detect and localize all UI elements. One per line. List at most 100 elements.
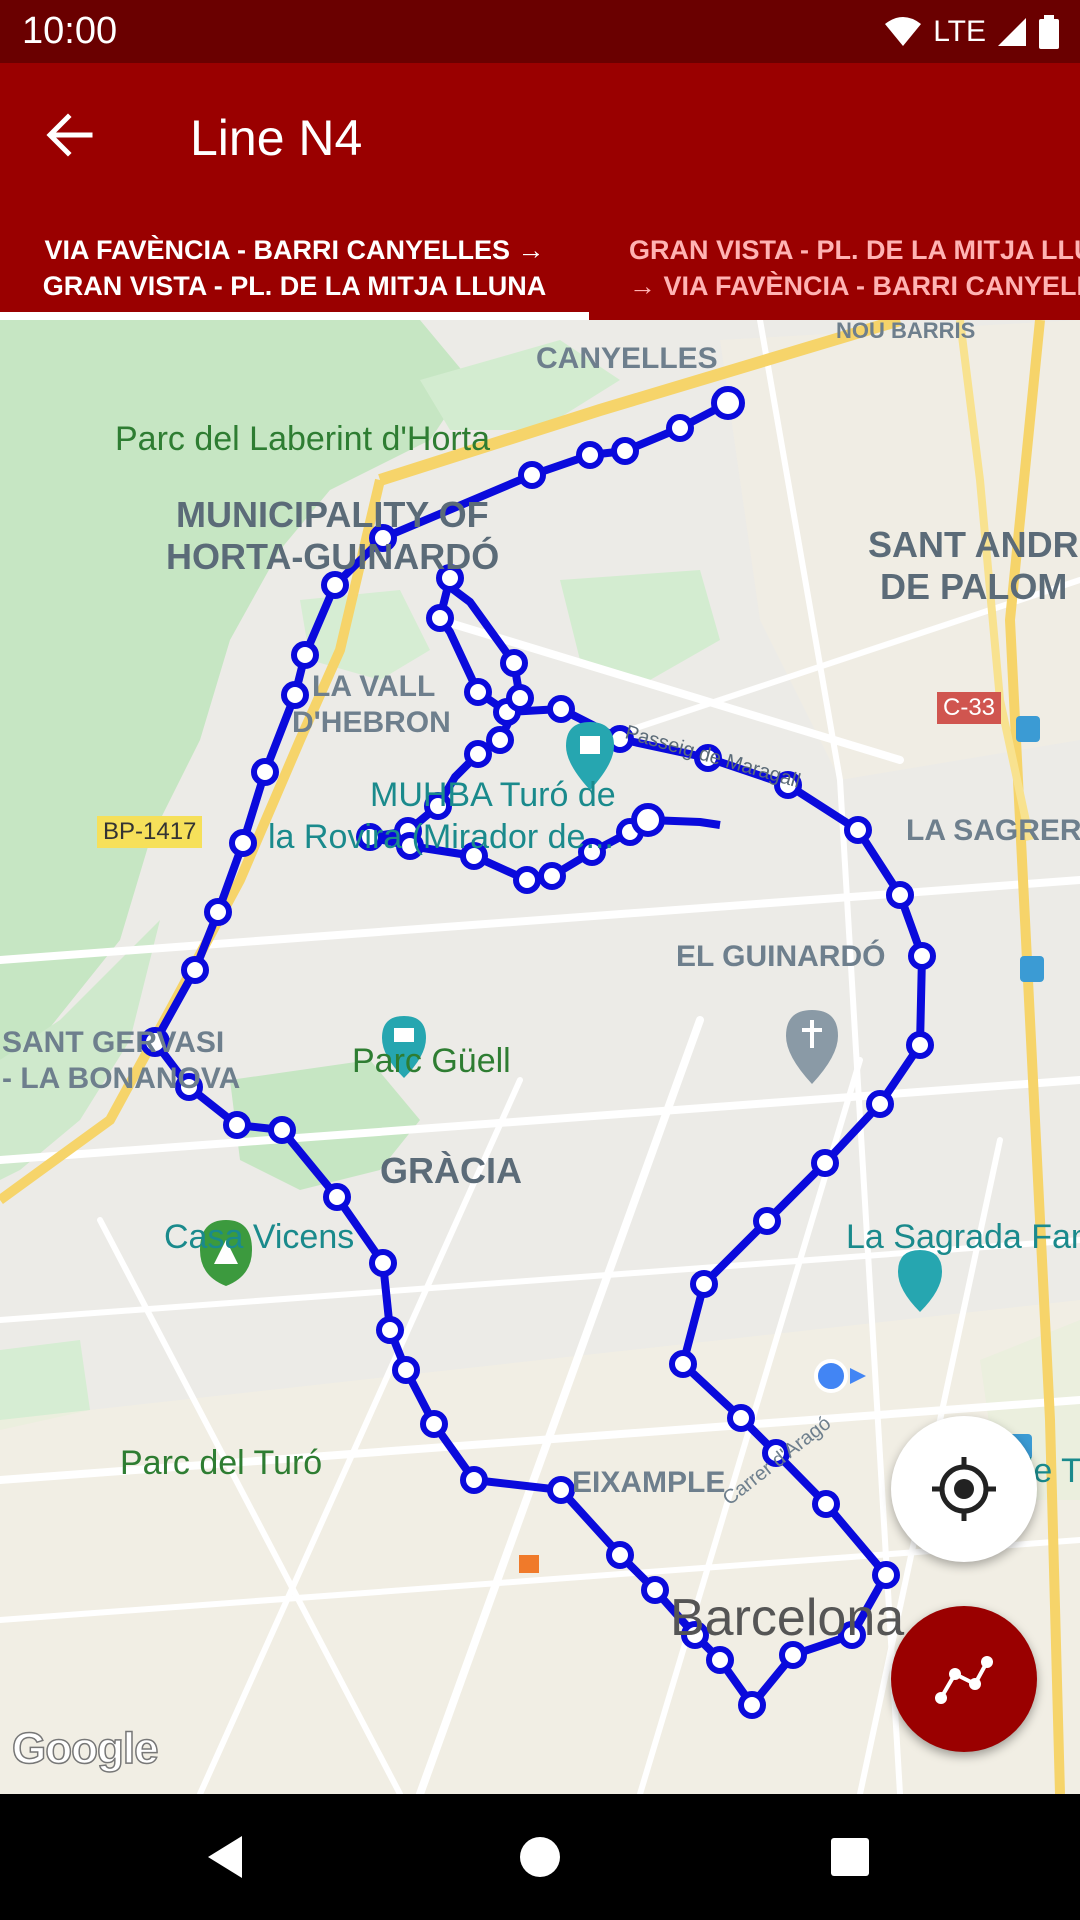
- route-overview-button[interactable]: [891, 1606, 1037, 1752]
- route-stop: [426, 604, 454, 632]
- route-stop: [811, 1149, 839, 1177]
- map-label-muhba-2: la Rovira (Mirador de...: [268, 818, 614, 856]
- tab-direction-return[interactable]: GRAN VISTA - PL. DE LA MITJA LLUNA → → V…: [589, 219, 1080, 320]
- nav-home-icon[interactable]: [515, 1832, 565, 1882]
- system-nav-bar: [0, 1794, 1080, 1920]
- route-stop: [513, 866, 541, 894]
- route-stop: [706, 1646, 734, 1674]
- map-label-sagrera: LA SAGRERA: [906, 814, 1080, 847]
- route-stop: [392, 1356, 420, 1384]
- route-stop: [223, 1111, 251, 1139]
- map-label-eixample: EIXAMPLE: [572, 1466, 726, 1499]
- map-label-sant-andreu-2: DE PALOM: [880, 566, 1068, 607]
- map-label-sant-andreu-1: SANT ANDR: [868, 524, 1079, 565]
- map-label-gervasi-1: SANT GERVASI: [2, 1026, 225, 1059]
- map-label-canyelles: CANYELLES: [536, 342, 718, 375]
- user-location-dot: [814, 1359, 848, 1393]
- park-area: [300, 590, 430, 680]
- route-stop: [500, 649, 528, 677]
- tab-direction-outbound[interactable]: VIA FAVÈNCIA - BARRI CANYELLES → GRAN VI…: [0, 219, 589, 320]
- signal-icon: [998, 18, 1026, 46]
- route-stop: [547, 695, 575, 723]
- train-station-icon: [1016, 716, 1040, 742]
- route-stop: [606, 1541, 634, 1569]
- route-stop: [486, 726, 514, 754]
- route-stop: [872, 1561, 900, 1589]
- tab-label-line1: VIA FAVÈNCIA - BARRI CANYELLES →: [44, 235, 545, 265]
- app-bar: Line N4: [0, 63, 1080, 219]
- route-stop: [376, 1316, 404, 1344]
- arrow-back-icon[interactable]: [40, 105, 100, 165]
- route-stop: [538, 862, 566, 890]
- route-stop: [251, 758, 279, 786]
- google-logo: Google: [11, 1723, 159, 1774]
- route-stop: [844, 816, 872, 844]
- wifi-icon: [885, 17, 922, 46]
- battery-icon: [1039, 15, 1059, 49]
- route-stop: [268, 1116, 296, 1144]
- nav-back-icon[interactable]: [200, 1832, 250, 1882]
- map-label-gracia: GRÀCIA: [380, 1150, 522, 1191]
- route-stop: [631, 803, 665, 837]
- route-stop: [690, 1270, 718, 1298]
- route-stop: [866, 1090, 894, 1118]
- route-stop: [460, 1466, 488, 1494]
- map-label-laberint: Parc del Laberint d'Horta: [115, 420, 491, 458]
- map-label-barcelona: Barcelona: [670, 1589, 905, 1647]
- route-stop: [666, 414, 694, 442]
- tab-indicator: [0, 312, 589, 320]
- church-poi-icon: [786, 1010, 838, 1084]
- route-stop: [464, 678, 492, 706]
- route-stop: [753, 1207, 781, 1235]
- nav-recents-icon[interactable]: [825, 1832, 875, 1882]
- map-label-nou-barris: NOU BARRIS: [836, 320, 976, 343]
- route-stop: [281, 681, 309, 709]
- route-stop: [906, 1031, 934, 1059]
- route-stop: [908, 942, 936, 970]
- shopping-poi-icon: [519, 1555, 539, 1573]
- map-label-turo: Parc del Turó: [120, 1444, 323, 1482]
- road-badge-c33: C-33: [937, 692, 1002, 724]
- route-stop: [518, 461, 546, 489]
- route-stop: [812, 1490, 840, 1518]
- route-stop: [711, 386, 745, 420]
- route-icon: [935, 1656, 993, 1704]
- arc-poi-icon: [898, 1250, 942, 1312]
- page-title: Line N4: [190, 110, 363, 166]
- route-stop: [547, 1476, 575, 1504]
- route-stop: [738, 1691, 766, 1719]
- map-view[interactable]: NOU BARRIS CANYELLES Parc del Laberint d…: [0, 320, 1080, 1794]
- map-label-guinardo: EL GUINARDÓ: [676, 940, 886, 973]
- tab-label-line1: GRAN VISTA - PL. DE LA MITJA LLUNA →: [629, 235, 1080, 265]
- route-stop: [420, 1410, 448, 1438]
- route-stop: [641, 1576, 669, 1604]
- road-badge-bp1417: BP-1417: [97, 816, 203, 848]
- route-stop: [611, 437, 639, 465]
- route-stop: [369, 1249, 397, 1277]
- route-stop: [669, 1350, 697, 1378]
- route-stop: [323, 1183, 351, 1211]
- my-location-button[interactable]: [891, 1416, 1037, 1562]
- train-station-icon: [1020, 956, 1044, 982]
- route-stop: [886, 881, 914, 909]
- direction-tabs: VIA FAVÈNCIA - BARRI CANYELLES → GRAN VI…: [0, 219, 1080, 320]
- map-label-vall-1: LA VALL: [312, 670, 436, 703]
- map-label-horta-2: HORTA-GUINARDÓ: [166, 536, 500, 577]
- route-stop: [727, 1404, 755, 1432]
- status-time: 10:00: [22, 10, 118, 52]
- map-label-guell: Parc Güell: [352, 1042, 511, 1080]
- route-stop: [291, 641, 319, 669]
- tab-label-line2: GRAN VISTA - PL. DE LA MITJA LLUNA: [42, 271, 547, 301]
- route-stop: [204, 898, 232, 926]
- status-bar: 10:00 LTE: [0, 0, 1080, 63]
- map-label-horta-1: MUNICIPALITY OF: [176, 494, 489, 535]
- route-stop: [181, 956, 209, 984]
- map-label-muhba-1: MUHBA Turó de: [370, 776, 616, 814]
- route-stop: [464, 740, 492, 768]
- map-label-sagrada: La Sagrada Fam: [846, 1218, 1080, 1256]
- route-stop: [506, 684, 534, 712]
- route-stop: [576, 441, 604, 469]
- status-icons: LTE: [883, 12, 1060, 52]
- my-location-icon: [932, 1457, 996, 1521]
- route-stop: [229, 829, 257, 857]
